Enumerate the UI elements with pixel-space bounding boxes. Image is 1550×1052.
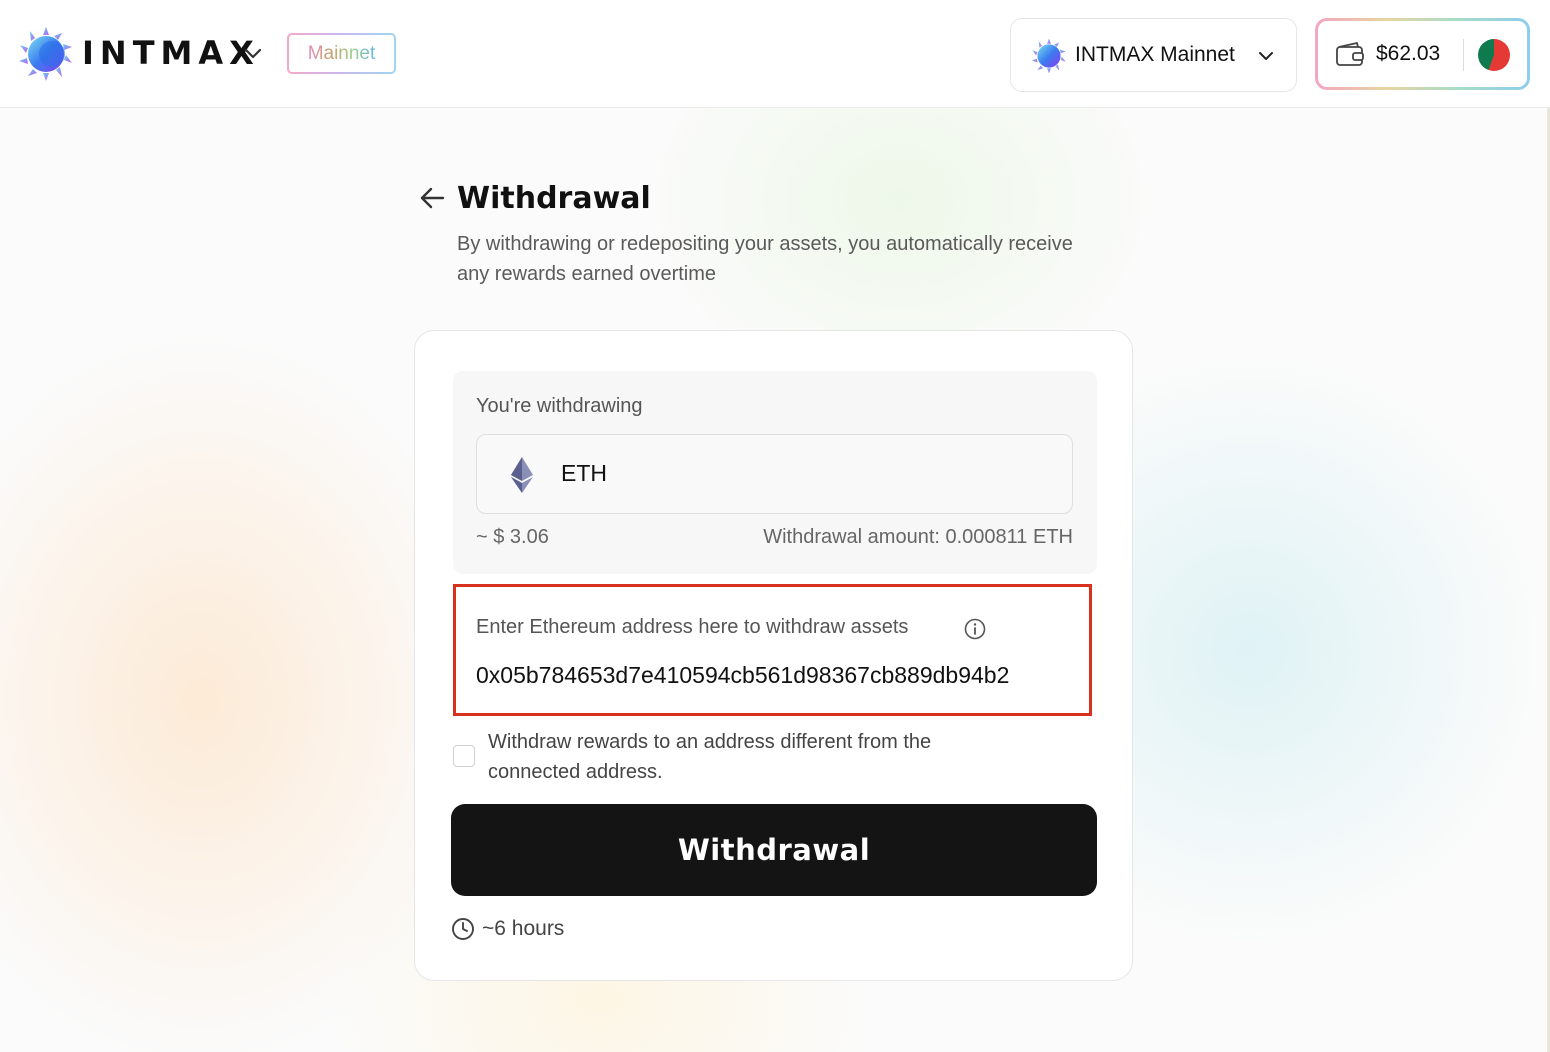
wallet-icon: [1336, 42, 1364, 66]
wallet-balance: $62.03: [1376, 42, 1441, 65]
different-address-checkbox-label: Withdraw rewards to an address different…: [488, 731, 932, 783]
page-title: Withdrawal: [457, 181, 651, 216]
ethereum-icon: [511, 457, 533, 493]
page-subtitle: By withdrawing or redepositing your asse…: [457, 233, 1073, 285]
network-selector-label: INTMAX Mainnet: [1075, 43, 1235, 66]
wallet-divider: [1463, 39, 1464, 71]
intmax-logo-icon[interactable]: [18, 27, 74, 81]
address-field-label: Enter Ethereum address here to withdraw …: [476, 616, 909, 638]
usd-value: ~ $ 3.06: [476, 526, 549, 548]
withdrawing-section: You're withdrawing ETH ~ $ 3.06 Withdraw…: [453, 371, 1097, 574]
chevron-down-icon: [1259, 52, 1273, 60]
token-label: ETH: [561, 460, 607, 486]
network-selector-button[interactable]: INTMAX Mainnet: [1010, 18, 1297, 92]
avatar[interactable]: [1478, 39, 1510, 71]
withdrawal-card: You're withdrawing ETH ~ $ 3.06 Withdraw…: [414, 330, 1133, 981]
chevron-down-icon[interactable]: [243, 45, 263, 61]
intmax-network-icon: [1031, 38, 1066, 74]
withdrawing-label: You're withdrawing: [476, 395, 643, 417]
top-header: INTMAX Mainnet INTMAX Mainnet $62.03: [0, 0, 1550, 108]
address-field-container: Enter Ethereum address here to withdraw …: [453, 584, 1092, 716]
different-address-checkbox[interactable]: [453, 745, 475, 767]
clock-icon: [452, 918, 474, 940]
wallet-button[interactable]: $62.03: [1315, 18, 1530, 90]
ethereum-address-input[interactable]: [476, 655, 1076, 695]
brand-name[interactable]: INTMAX: [82, 34, 260, 72]
mainnet-badge: Mainnet: [287, 33, 396, 74]
withdrawal-amount: Withdrawal amount: 0.000811 ETH: [763, 526, 1073, 548]
mainnet-badge-label: Mainnet: [307, 42, 376, 64]
info-icon[interactable]: [964, 618, 986, 640]
back-arrow-icon[interactable]: [418, 184, 446, 212]
token-selector[interactable]: ETH: [476, 434, 1073, 514]
estimated-time: ~6 hours: [482, 917, 565, 940]
withdrawal-submit-button[interactable]: Withdrawal: [451, 804, 1097, 896]
